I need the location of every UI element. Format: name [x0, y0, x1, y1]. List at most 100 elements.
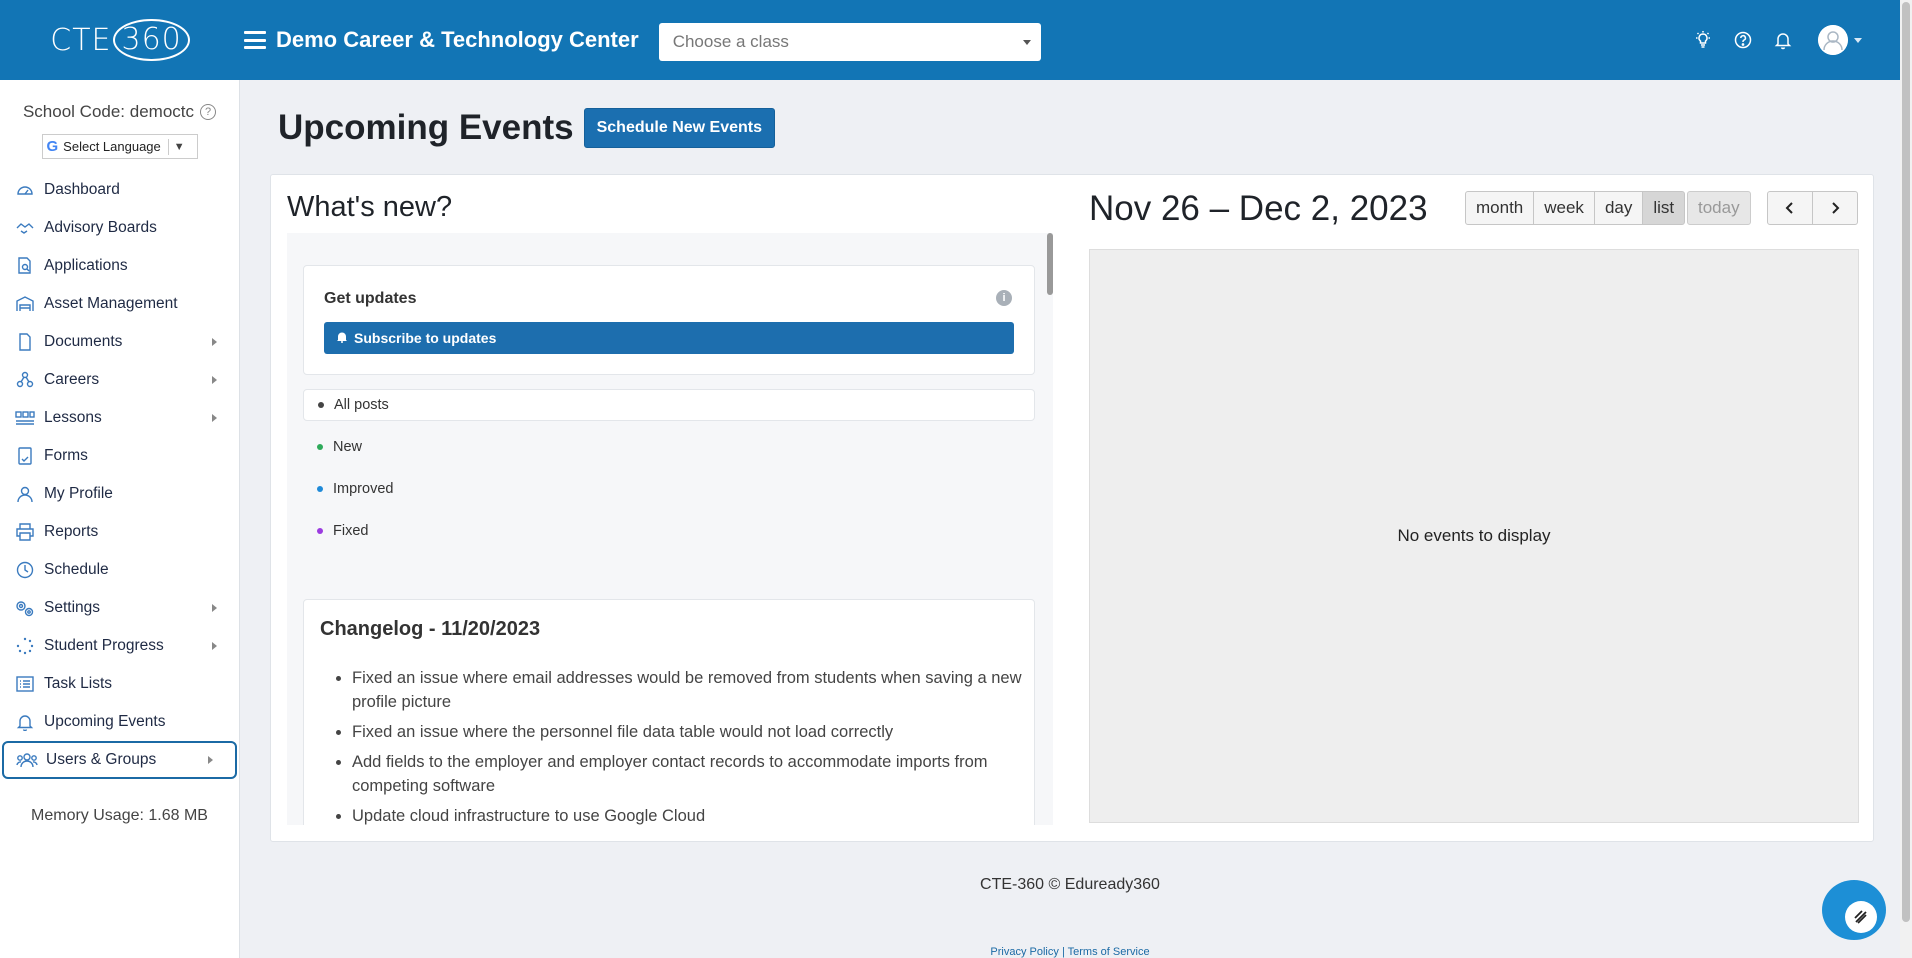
- prev-button[interactable]: [1767, 191, 1813, 225]
- panel-scrollbar[interactable]: [1047, 233, 1053, 825]
- user-icon: [14, 483, 36, 505]
- terms-of-service-link[interactable]: Terms of Service: [1068, 946, 1150, 958]
- next-button[interactable]: [1812, 191, 1858, 225]
- organization-name: Demo Career & Technology Center: [276, 27, 639, 52]
- filter-dot: [317, 486, 323, 492]
- schedule-new-events-button[interactable]: Schedule New Events: [583, 108, 775, 148]
- sidebar-item-applications[interactable]: Applications: [0, 247, 239, 285]
- chat-widget-button[interactable]: [1822, 880, 1886, 940]
- filter-new[interactable]: New: [303, 431, 1035, 463]
- filter-dot: [317, 528, 323, 534]
- document-search-icon: [14, 255, 36, 277]
- whats-new-title: What's new?: [287, 191, 453, 223]
- get-updates-box: Get updates i Subscribe to updates: [303, 265, 1035, 375]
- privacy-policy-link[interactable]: Privacy Policy: [990, 946, 1058, 958]
- bell-icon: [14, 711, 36, 733]
- calendar-nav: [1767, 191, 1858, 225]
- view-week-button[interactable]: week: [1533, 191, 1595, 225]
- sidebar-item-label: Applications: [44, 257, 128, 274]
- filter-all-posts[interactable]: All posts: [303, 389, 1035, 421]
- handshake-icon: [14, 217, 36, 239]
- changelog-entry: Changelog - 11/20/2023 Fixed an issue wh…: [303, 599, 1035, 825]
- sidebar-item-schedule[interactable]: Schedule: [0, 551, 239, 589]
- help-icon[interactable]: [1732, 29, 1754, 51]
- sidebar-item-label: Documents: [44, 333, 123, 350]
- today-button[interactable]: today: [1687, 191, 1751, 225]
- page-header: Upcoming Events Schedule New Events: [278, 108, 775, 148]
- info-icon[interactable]: i: [996, 290, 1012, 306]
- sidebar-item-asset-management[interactable]: Asset Management: [0, 285, 239, 323]
- filter-label: All posts: [334, 397, 389, 413]
- lightbulb-icon[interactable]: [1692, 29, 1714, 51]
- chevron-right-icon: [212, 604, 217, 612]
- app-logo[interactable]: CTE 360: [0, 0, 240, 80]
- chevron-right-icon: [208, 756, 213, 764]
- filter-fixed[interactable]: Fixed: [303, 515, 1035, 547]
- language-select[interactable]: G Select Language ▼: [41, 134, 198, 159]
- calendar-view-switcher: month week day list: [1465, 191, 1686, 225]
- view-month-button[interactable]: month: [1465, 191, 1535, 225]
- sidebar-item-users-groups[interactable]: Users & Groups: [2, 741, 237, 779]
- chevron-down-icon: [1854, 37, 1862, 43]
- events-card: What's new? Get updates i Subscribe to u…: [270, 174, 1874, 842]
- page-scrollbar[interactable]: [1900, 0, 1912, 958]
- sidebar-item-label: Task Lists: [44, 675, 113, 692]
- class-select[interactable]: Choose a class: [658, 23, 1041, 61]
- sidebar-item-upcoming-events[interactable]: Upcoming Events: [0, 703, 239, 741]
- language-label: Select Language: [63, 139, 161, 154]
- subscribe-label: Subscribe to updates: [354, 330, 497, 346]
- filter-label: New: [333, 439, 363, 455]
- progress-icon: [14, 635, 36, 657]
- view-day-button[interactable]: day: [1593, 191, 1644, 225]
- sidebar-item-advisory-boards[interactable]: Advisory Boards: [0, 209, 239, 247]
- sidebar-item-forms[interactable]: Forms: [0, 437, 239, 475]
- footer-copyright: CTE-360 © Eduready360: [980, 876, 1160, 893]
- sidebar-item-my-profile[interactable]: My Profile: [0, 475, 239, 513]
- list-item: Fixed an issue where the personnel file …: [352, 720, 1022, 744]
- sidebar-item-label: Upcoming Events: [44, 713, 166, 730]
- network-icon: [14, 369, 36, 391]
- sidebar-nav: Dashboard Advisory Boards Applications A…: [0, 171, 239, 779]
- sidebar-item-careers[interactable]: Careers: [0, 361, 239, 399]
- gears-icon: [14, 597, 36, 619]
- sidebar-item-label: Dashboard: [44, 181, 120, 198]
- user-menu[interactable]: [1818, 25, 1862, 55]
- chevron-right-icon: [212, 414, 217, 422]
- bell-icon: [336, 330, 348, 346]
- sidebar-item-student-progress[interactable]: Student Progress: [0, 627, 239, 665]
- sidebar-item-label: Schedule: [44, 561, 109, 578]
- whats-new-panel[interactable]: Get updates i Subscribe to updates All p…: [287, 233, 1053, 825]
- sidebar-item-label: Lessons: [44, 409, 102, 426]
- sidebar-item-label: Asset Management: [44, 295, 178, 312]
- form-icon: [14, 445, 36, 467]
- logo-text: CTE: [50, 22, 112, 58]
- sidebar-item-reports[interactable]: Reports: [0, 513, 239, 551]
- sidebar-item-label: Careers: [44, 371, 100, 388]
- list-icon: [14, 673, 36, 695]
- help-icon[interactable]: ?: [200, 104, 217, 120]
- chevron-right-icon: [212, 376, 217, 384]
- chat-icon: [1845, 901, 1877, 933]
- sidebar-item-label: Reports: [44, 523, 99, 540]
- sidebar-item-documents[interactable]: Documents: [0, 323, 239, 361]
- divider: [167, 138, 169, 155]
- sidebar-item-lessons[interactable]: Lessons: [0, 399, 239, 437]
- view-list-button[interactable]: list: [1642, 191, 1686, 225]
- sidebar-item-task-lists[interactable]: Task Lists: [0, 665, 239, 703]
- calendar-list-view: No events to display: [1089, 249, 1859, 823]
- subscribe-button[interactable]: Subscribe to updates: [324, 322, 1014, 354]
- menu-toggle-icon[interactable]: [244, 31, 266, 49]
- changelog-title: Changelog - 11/20/2023: [320, 618, 541, 640]
- footer-links: Privacy Policy | Terms of Service: [240, 946, 1900, 958]
- google-icon: G: [46, 138, 59, 155]
- chevron-left-icon: [1785, 202, 1793, 214]
- file-icon: [14, 331, 36, 353]
- sidebar-item-settings[interactable]: Settings: [0, 589, 239, 627]
- bell-icon[interactable]: [1772, 29, 1794, 51]
- sidebar-item-label: Forms: [44, 447, 88, 464]
- sidebar-item-label: Student Progress: [44, 637, 164, 654]
- sidebar-item-dashboard[interactable]: Dashboard: [0, 171, 239, 209]
- dashboard-icon: [14, 179, 36, 201]
- printer-icon: [14, 521, 36, 543]
- filter-improved[interactable]: Improved: [303, 473, 1035, 505]
